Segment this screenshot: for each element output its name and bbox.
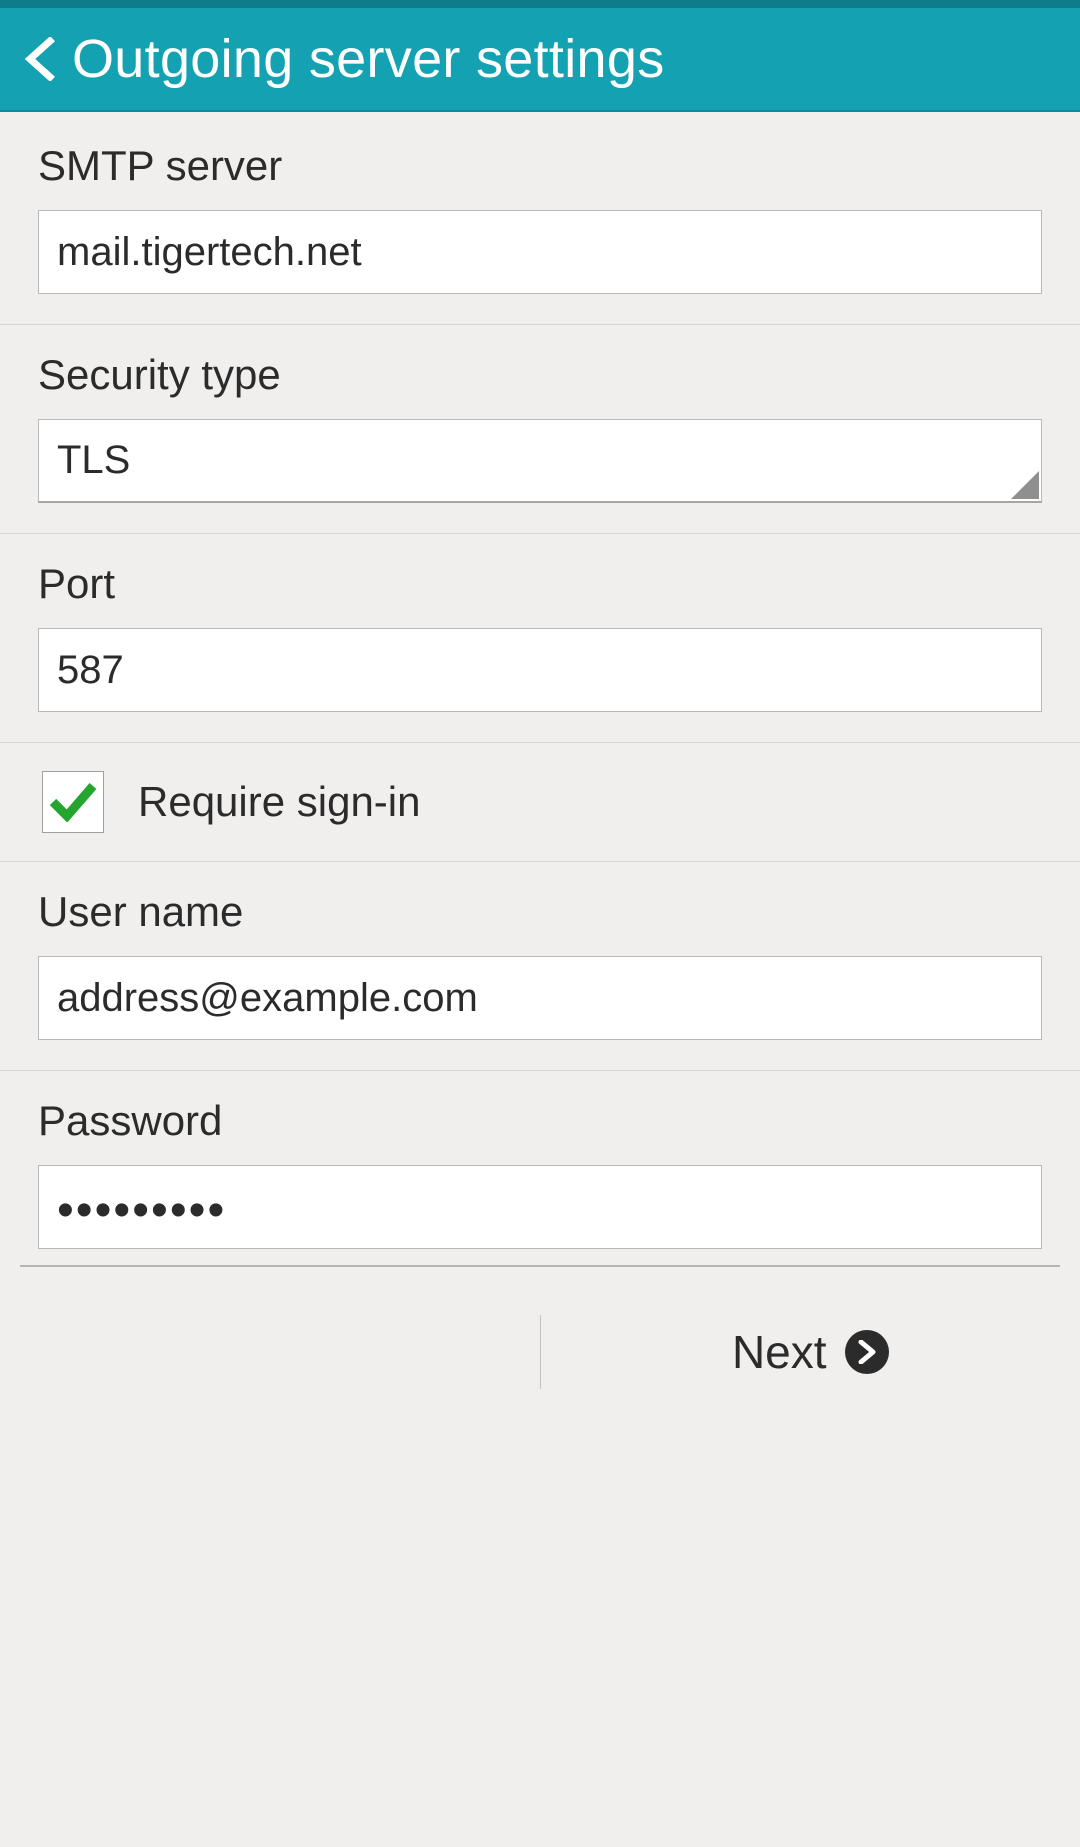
security-value: TLS [57,438,130,483]
header-bar: Outgoing server settings [0,8,1080,112]
checkmark-icon [49,782,97,822]
next-button[interactable]: Next [541,1295,1080,1409]
password-group: Password ••••••••• [0,1071,1080,1259]
footer-spacer [0,1295,540,1409]
dropdown-corner-icon [1011,471,1039,499]
smtp-label: SMTP server [38,142,1042,190]
port-label: Port [38,560,1042,608]
username-input[interactable] [38,956,1042,1040]
back-icon[interactable] [18,37,62,81]
require-signin-label: Require sign-in [138,778,420,826]
password-input[interactable]: ••••••••• [38,1165,1042,1249]
footer: Next [0,1295,1080,1409]
chevron-right-circle-icon [845,1330,889,1374]
require-signin-row[interactable]: Require sign-in [0,743,1080,862]
security-select[interactable]: TLS [38,419,1042,503]
next-label: Next [732,1325,827,1379]
password-label: Password [38,1097,1042,1145]
require-signin-checkbox[interactable] [42,771,104,833]
username-label: User name [38,888,1042,936]
form-content: SMTP server Security type TLS Port Requi… [0,112,1080,1409]
security-group: Security type TLS [0,325,1080,534]
password-underline [20,1265,1060,1267]
username-group: User name [0,862,1080,1071]
accent-bar [0,0,1080,8]
page-title: Outgoing server settings [72,28,665,90]
smtp-group: SMTP server [0,112,1080,325]
port-input[interactable] [38,628,1042,712]
smtp-input[interactable] [38,210,1042,294]
security-label: Security type [38,351,1042,399]
password-value: ••••••••• [57,1166,1023,1248]
port-group: Port [0,534,1080,743]
